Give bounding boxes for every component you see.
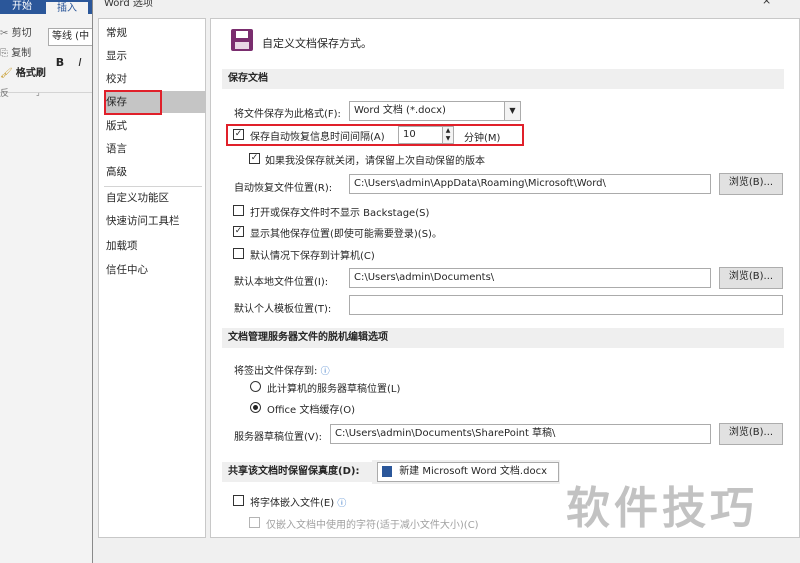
section-preserve-fidelity: 共享该文档时保留保真度(D):	[222, 462, 372, 482]
radio-server-drafts[interactable]	[250, 381, 261, 392]
nav-item-layout[interactable]: 版式	[106, 115, 204, 137]
highlight-box-save	[104, 90, 162, 115]
drafts-location-label: 服务器草稿位置(V):	[234, 432, 323, 443]
fidelity-document-value: 新建 Microsoft Word 文档.docx	[399, 466, 547, 477]
fidelity-document-select[interactable]: 新建 Microsoft Word 文档.docx	[377, 462, 559, 482]
section-offline-editing: 文档管理服务器文件的脱机编辑选项	[222, 328, 784, 348]
clipboard-group-label: 反	[0, 89, 10, 99]
format-label: 将文件保存为此格式(F):	[234, 109, 341, 120]
tab-insert[interactable]: 插入	[46, 0, 88, 14]
format-select-value: Word 文档 (*.docx)	[354, 105, 446, 116]
keep-last-label: 如果我没保存就关闭，请保留上次自动保留的版本	[265, 156, 485, 167]
nav-item-quick-access-toolbar[interactable]: 快速访问工具栏	[106, 210, 204, 232]
dialog-title: Word 选项	[104, 0, 153, 9]
radio-server-drafts-label: 此计算机的服务器草稿位置(L)	[267, 384, 401, 395]
show-more-locations-checkbox[interactable]: ✓	[233, 226, 244, 237]
brush-icon: 🖌	[0, 68, 13, 79]
format-painter-button[interactable]: 🖌 格式刷	[0, 64, 46, 79]
cut-label: 剪切	[11, 28, 32, 39]
keep-last-checkbox[interactable]: ✓	[249, 153, 260, 164]
nav-item-trust-center[interactable]: 信任中心	[106, 259, 204, 281]
section-save-documents: 保存文档	[222, 69, 784, 89]
embed-fonts-text: 将字体嵌入文件(E)	[250, 498, 335, 509]
scissors-icon: ✂	[0, 28, 9, 39]
local-location-input[interactable]: C:\Users\admin\Documents\	[349, 268, 711, 288]
nav-item-display[interactable]: 显示	[106, 45, 204, 67]
tab-home[interactable]: 开始	[0, 0, 44, 14]
nav-item-addins[interactable]: 加载项	[106, 235, 204, 257]
drafts-location-input[interactable]: C:\Users\admin\Documents\SharePoint 草稿\	[330, 424, 711, 444]
autorecover-location-input[interactable]: C:\Users\admin\AppData\Roaming\Microsoft…	[349, 174, 711, 194]
spin-up-icon[interactable]: ▲	[443, 127, 453, 135]
browse-drafts-button[interactable]: 浏览(B)...	[719, 423, 783, 445]
format-select[interactable]: Word 文档 (*.docx) ▼	[349, 101, 521, 121]
radio-office-cache[interactable]	[250, 402, 261, 413]
no-backstage-checkbox[interactable]	[233, 205, 244, 216]
save-disk-icon	[231, 29, 253, 51]
copy-button[interactable]: ⎘ 复制	[0, 44, 31, 59]
minutes-label: 分钟(M)	[464, 133, 501, 144]
embed-used-only-label: 仅嵌入文档中使用的字符(适于减小文件大小)(C)	[266, 520, 479, 531]
minutes-spinner[interactable]: ▲ ▼	[442, 126, 454, 144]
bold-button[interactable]: B	[54, 56, 66, 70]
dialog-launcher-icon[interactable]: ⌟	[36, 88, 40, 97]
template-location-input[interactable]	[349, 295, 783, 315]
ribbon-group-divider	[0, 92, 92, 93]
template-location-label: 默认个人模板位置(T):	[234, 304, 332, 315]
cut-button[interactable]: ✂ 剪切	[0, 24, 32, 39]
word-ribbon	[0, 0, 92, 563]
font-name-box[interactable]: 等线 (中	[48, 28, 94, 46]
local-location-label: 默认本地文件位置(I):	[234, 277, 329, 288]
watermark-text: 软件技巧	[566, 483, 758, 534]
show-more-locations-label: 显示其他保存位置(即使可能需要登录)(S)。	[250, 229, 442, 240]
embed-used-only-checkbox[interactable]	[249, 517, 260, 528]
copy-icon: ⎘	[0, 48, 8, 59]
embed-fonts-label: 将字体嵌入文件(E) ⓘ	[250, 494, 346, 509]
page-title: 自定义文档保存方式。	[262, 37, 372, 50]
nav-item-language[interactable]: 语言	[106, 138, 204, 160]
save-checkedout-label: 将签出文件保存到: ⓘ	[234, 362, 330, 377]
autorecover-checkbox[interactable]: ✓	[233, 129, 244, 140]
browse-local-button[interactable]: 浏览(B)...	[719, 267, 783, 289]
browse-autorecover-button[interactable]: 浏览(B)...	[719, 173, 783, 195]
chevron-down-icon[interactable]: ▼	[504, 102, 520, 120]
autorecover-label: 保存自动恢复信息时间间隔(A)	[250, 132, 385, 143]
nav-item-customize-ribbon[interactable]: 自定义功能区	[106, 187, 204, 209]
copy-label: 复制	[11, 48, 32, 59]
radio-office-cache-label: Office 文档缓存(O)	[267, 405, 356, 416]
save-to-computer-checkbox[interactable]	[233, 248, 244, 259]
italic-button[interactable]: I	[74, 56, 86, 70]
info-icon: ⓘ	[320, 367, 330, 377]
save-checkedout-text: 将签出文件保存到:	[234, 366, 318, 377]
embed-fonts-checkbox[interactable]	[233, 495, 244, 506]
info-icon-fonts: ⓘ	[337, 499, 347, 509]
spin-down-icon[interactable]: ▼	[443, 135, 453, 143]
nav-item-general[interactable]: 常规	[106, 22, 204, 44]
autorecover-location-label: 自动恢复文件位置(R):	[234, 183, 333, 194]
close-icon[interactable]: ×	[762, 0, 771, 7]
format-painter-label: 格式刷	[15, 68, 46, 79]
word-doc-icon	[382, 465, 392, 477]
no-backstage-label: 打开或保存文件时不显示 Backstage(S)	[250, 208, 430, 219]
nav-item-advanced[interactable]: 高级	[106, 161, 204, 183]
autorecover-minutes-input[interactable]: 10	[398, 126, 444, 144]
save-to-computer-label: 默认情况下保存到计算机(C)	[250, 251, 375, 262]
nav-item-proofing[interactable]: 校对	[106, 68, 204, 90]
